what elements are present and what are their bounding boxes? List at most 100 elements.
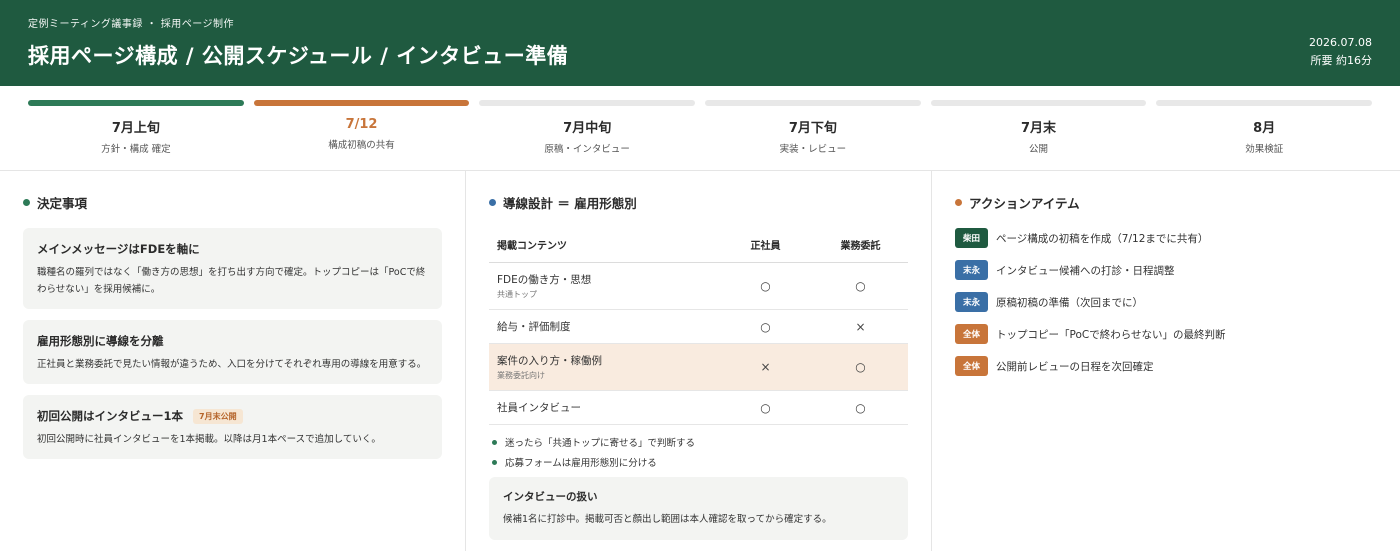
contract-mark: ○ bbox=[813, 390, 908, 425]
contract-mark: ○ bbox=[813, 262, 908, 310]
bullet-dot-icon bbox=[955, 199, 962, 206]
decisions-heading: 決定事項 bbox=[23, 193, 442, 212]
timeline-step-label: 8月 bbox=[1253, 121, 1276, 136]
actions-heading: アクションアイテム bbox=[955, 193, 1377, 212]
decision-title-row: 初回公開はインタビュー1本 7月末公開 bbox=[37, 408, 428, 424]
action-text: インタビュー候補への打診・日程調整 bbox=[996, 264, 1175, 277]
table-row: 社員インタビュー ○ ○ bbox=[489, 390, 908, 425]
meeting-date: 2026.07.08 bbox=[1309, 36, 1372, 49]
content-name: 社員インタビュー bbox=[497, 402, 581, 414]
bullet-dot-icon bbox=[492, 459, 497, 465]
timeline-step-label: 7月上旬 bbox=[111, 121, 160, 136]
meeting-duration: 所要 約16分 bbox=[1310, 54, 1373, 67]
timeline-step-sub: 構成初稿の共有 bbox=[328, 140, 395, 151]
actions-column: アクションアイテム 柴田 ページ構成の初稿を作成（7/12までに共有） 末永 イ… bbox=[932, 171, 1400, 551]
action-item: 全体 公開前レビューの日程を次回確定 bbox=[955, 356, 1377, 376]
column-header: 業務委託 bbox=[813, 228, 908, 263]
decision-card: 雇用形態別に導線を分離 正社員と業務委託で見たい情報が違うため、入口を分けてそれ… bbox=[23, 320, 442, 384]
fulltime-mark: ○ bbox=[718, 390, 813, 425]
decision-card: メインメッセージはFDEを軸に 職種名の羅列ではなく「働き方の思想」を打ち出す方… bbox=[23, 228, 442, 309]
page-title: 採用ページ構成 / 公開スケジュール / インタビュー準備 bbox=[28, 44, 569, 68]
table-header-row: 掲載コンテンツ 正社員 業務委託 bbox=[489, 228, 908, 263]
status-badge: 7月末公開 bbox=[193, 408, 243, 424]
decision-title: 初回公開はインタビュー1本 bbox=[37, 409, 184, 423]
timeline-bar bbox=[253, 100, 470, 106]
column-header: 掲載コンテンツ bbox=[489, 228, 718, 263]
timeline-bar bbox=[479, 100, 696, 106]
timeline: 7月上旬 方針・構成 確定 7/12 構成初稿の共有 7月中旬 原稿・インタビュ… bbox=[0, 86, 1400, 171]
decision-card: 初回公開はインタビュー1本 7月末公開 初回公開時に社員インタビューを1本掲載。… bbox=[23, 395, 442, 459]
action-text: 原稿初稿の準備（次回までに） bbox=[996, 296, 1143, 309]
owner-badge: 末永 bbox=[955, 260, 988, 280]
decision-body: 初回公開時に社員インタビューを1本掲載。以降は月1本ペースで追加していく。 bbox=[37, 434, 381, 445]
content-cell: FDEの働き方・思想 共通トップ bbox=[489, 262, 718, 310]
timeline-step-label: 7月中旬 bbox=[563, 121, 612, 136]
timeline-bar bbox=[930, 100, 1147, 106]
note-text: 応募フォームは雇用形態別に分ける bbox=[505, 458, 657, 469]
flow-column: 導線設計 ＝ 雇用形態別 掲載コンテンツ 正社員 業務委託 FDEの働き方・思想… bbox=[466, 171, 932, 551]
timeline-step-sub: 公開 bbox=[1029, 144, 1049, 155]
table-row-highlighted: 案件の入り方・稼働例 業務委託向け × ○ bbox=[489, 343, 908, 391]
fulltime-mark: × bbox=[718, 343, 813, 391]
decisions-title: 決定事項 bbox=[37, 196, 88, 211]
timeline-bar bbox=[28, 100, 244, 106]
column-header: 正社員 bbox=[718, 228, 813, 263]
meeting-meta: 2026.07.08 所要 約16分 bbox=[1309, 34, 1372, 70]
timeline-step: 7月上旬 方針・構成 確定 bbox=[23, 100, 249, 170]
table-row: FDEの働き方・思想 共通トップ ○ ○ bbox=[489, 262, 908, 310]
timeline-step: 8月 効果検証 bbox=[1151, 100, 1377, 170]
content-sub: 共通トップ bbox=[497, 290, 537, 299]
timeline-bar bbox=[1156, 100, 1373, 106]
contract-mark: × bbox=[813, 309, 908, 344]
action-item: 柴田 ページ構成の初稿を作成（7/12までに共有） bbox=[955, 228, 1377, 248]
timeline-step: 7月中旬 原稿・インタビュー bbox=[474, 100, 700, 170]
bullet-dot-icon bbox=[489, 199, 496, 206]
timeline-step-sub: 方針・構成 確定 bbox=[101, 144, 171, 155]
actions-title: アクションアイテム bbox=[969, 196, 1080, 211]
flow-notes: 迷ったら「共通トップに寄せる」で判断する 応募フォームは雇用形態別に分ける bbox=[489, 435, 908, 469]
timeline-step-label: 7月下旬 bbox=[788, 121, 837, 136]
timeline-step-label: 7月末 bbox=[1021, 121, 1057, 136]
timeline-step: 7/12 構成初稿の共有 bbox=[249, 100, 475, 170]
note-item: 迷ったら「共通トップに寄せる」で判断する bbox=[489, 435, 908, 449]
timeline-step-sub: 効果検証 bbox=[1245, 144, 1284, 155]
timeline-step-sub: 実装・レビュー bbox=[779, 144, 847, 155]
action-item: 全体 トップコピー「PoCで終わらせない」の最終判断 bbox=[955, 324, 1377, 344]
decision-body: 職種名の羅列ではなく「働き方の思想」を打ち出す方向で確定。トップコピーは「PoC… bbox=[37, 267, 426, 295]
content-name: FDEの働き方・思想 bbox=[497, 274, 592, 286]
content-matrix-table: 掲載コンテンツ 正社員 業務委託 FDEの働き方・思想 共通トップ ○ ○ 給与… bbox=[489, 228, 908, 425]
content-name: 案件の入り方・稼働例 bbox=[497, 355, 602, 367]
flow-title: 導線設計 ＝ 雇用形態別 bbox=[503, 196, 637, 211]
action-item: 末永 インタビュー候補への打診・日程調整 bbox=[955, 260, 1377, 280]
header: 定例ミーティング議事録 ・ 採用ページ制作 採用ページ構成 / 公開スケジュール… bbox=[0, 0, 1400, 86]
owner-badge: 全体 bbox=[955, 324, 988, 344]
bullet-dot-icon bbox=[23, 199, 30, 206]
action-text: ページ構成の初稿を作成（7/12までに共有） bbox=[996, 232, 1209, 245]
timeline-bar bbox=[705, 100, 921, 106]
owner-badge: 全体 bbox=[955, 356, 988, 376]
fulltime-mark: ○ bbox=[718, 262, 813, 310]
action-text: 公開前レビューの日程を次回確定 bbox=[996, 360, 1154, 373]
timeline-step-sub: 原稿・インタビュー bbox=[544, 144, 630, 155]
timeline-step: 7月下旬 実装・レビュー bbox=[700, 100, 926, 170]
content-sub: 業務委託向け bbox=[497, 371, 545, 380]
interview-title: インタビューの扱い bbox=[503, 491, 598, 503]
timeline-step: 7月末 公開 bbox=[926, 100, 1152, 170]
decision-title: メインメッセージはFDEを軸に bbox=[37, 242, 200, 256]
owner-badge: 末永 bbox=[955, 292, 988, 312]
interview-body: 候補1名に打診中。掲載可否と顔出し範囲は本人確認を取ってから確定する。 bbox=[503, 514, 832, 525]
content-cell: 社員インタビュー bbox=[489, 390, 718, 425]
fulltime-mark: ○ bbox=[718, 309, 813, 344]
note-text: 迷ったら「共通トップに寄せる」で判断する bbox=[505, 438, 696, 449]
table-row: 給与・評価制度 ○ × bbox=[489, 309, 908, 344]
content-cell: 給与・評価制度 bbox=[489, 309, 718, 344]
bullet-dot-icon bbox=[492, 439, 497, 445]
main-content: 決定事項 メインメッセージはFDEを軸に 職種名の羅列ではなく「働き方の思想」を… bbox=[0, 171, 1400, 551]
interview-card: インタビューの扱い 候補1名に打診中。掲載可否と顔出し範囲は本人確認を取ってから… bbox=[489, 477, 908, 540]
contract-mark: ○ bbox=[813, 343, 908, 391]
decision-body: 正社員と業務委託で見たい情報が違うため、入口を分けてそれぞれ専用の導線を用意する… bbox=[37, 359, 427, 370]
content-cell: 案件の入り方・稼働例 業務委託向け bbox=[489, 343, 718, 391]
decisions-column: 決定事項 メインメッセージはFDEを軸に 職種名の羅列ではなく「働き方の思想」を… bbox=[0, 171, 466, 551]
timeline-step-label: 7/12 bbox=[345, 117, 378, 132]
decision-title: 雇用形態別に導線を分離 bbox=[37, 334, 164, 348]
